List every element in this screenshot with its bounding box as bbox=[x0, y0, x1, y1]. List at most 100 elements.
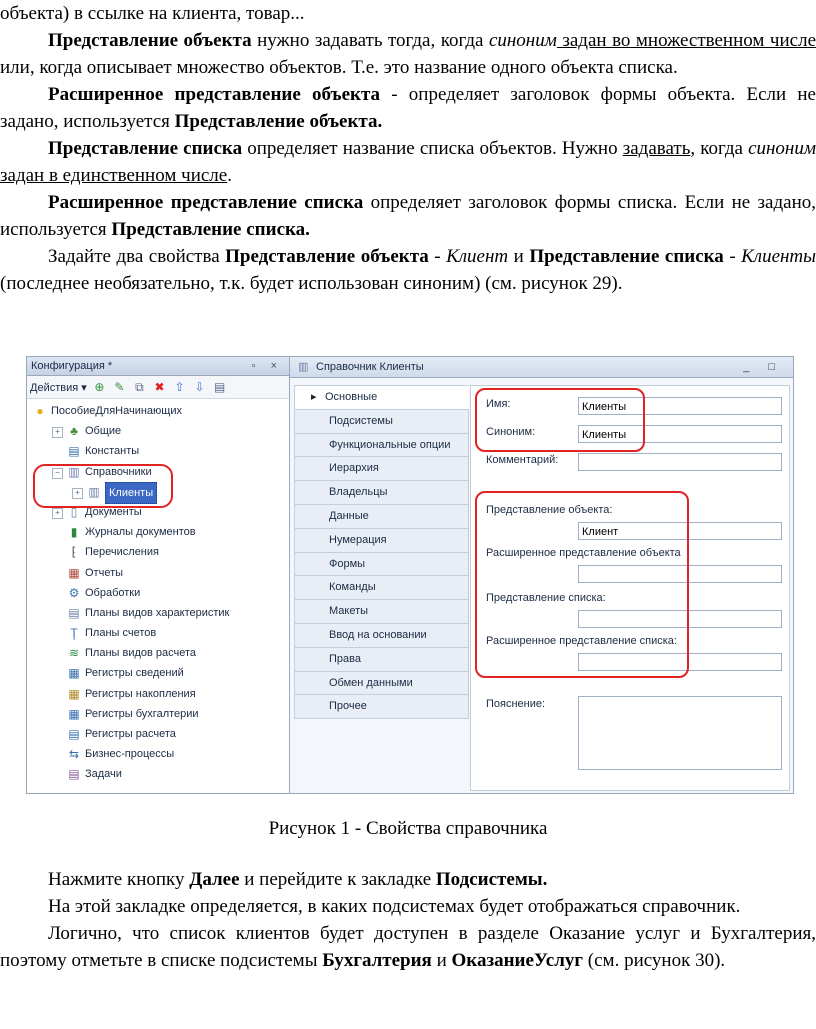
paragraph-list-representation: Представление списка определяет название… bbox=[0, 138, 816, 186]
editor-tabs: ОсновныеПодсистемыФункциональные опцииИе… bbox=[294, 385, 469, 720]
paragraph-object-representation: Представление объекта нужно задавать тог… bbox=[0, 30, 816, 78]
tree-item-label: ПособиеДляНачинающих bbox=[51, 405, 182, 417]
figure-caption: Рисунок 1 - Свойства справочника bbox=[268, 818, 548, 839]
tab-1[interactable]: Подсистемы bbox=[294, 408, 469, 433]
tab-11[interactable]: Права bbox=[294, 646, 469, 671]
delete-icon[interactable]: ✖ bbox=[152, 376, 167, 398]
configuration-panel: Конфигурация * ▫ × Действия ▾ ⊕ ✎ ⧉ ✖ ⇧ … bbox=[27, 357, 290, 793]
tree-item-label: Обработки bbox=[85, 586, 141, 599]
constants-icon: ▤ bbox=[68, 444, 80, 459]
tree-item[interactable]: ▤ Регистры расчета bbox=[27, 724, 289, 744]
tree-item-label: Планы счетов bbox=[85, 627, 157, 640]
tree-item[interactable]: ▦ Регистры бухгалтерии bbox=[27, 704, 289, 724]
tree-item[interactable]: ● ПособиеДляНачинающих bbox=[27, 401, 289, 421]
text-top: объекта) в ссылке на клиента, товар... П… bbox=[0, 0, 816, 297]
tree-item[interactable]: ≋ Планы видов расчета bbox=[27, 643, 289, 663]
tasks-icon: ▤ bbox=[68, 767, 80, 782]
tree-item-label: Константы bbox=[85, 445, 140, 458]
paragraph-next: Нажмите кнопку Далее и перейдите к закла… bbox=[48, 869, 548, 890]
tree-item-label: Журналы документов bbox=[85, 526, 196, 539]
tree-item[interactable]: ⁅ Перечисления bbox=[27, 542, 289, 562]
catalog-icon: ▥ bbox=[298, 361, 309, 373]
window-controls[interactable]: _ □ bbox=[743, 357, 783, 377]
move-up-icon[interactable]: ⇧ bbox=[172, 376, 187, 398]
chart-char-icon: ▤ bbox=[68, 605, 80, 620]
expand-toggle-icon[interactable]: + bbox=[52, 507, 63, 519]
move-down-icon[interactable]: ⇩ bbox=[192, 376, 207, 398]
tree-item[interactable]: ▦ Регистры сведений bbox=[27, 663, 289, 683]
tree-item[interactable]: ▦ Отчеты bbox=[27, 563, 289, 583]
processing-icon: ⚙ bbox=[68, 585, 80, 600]
tree-item-label: Бизнес-процессы bbox=[85, 748, 175, 761]
highlight-representations bbox=[475, 491, 689, 678]
comment-field[interactable] bbox=[578, 453, 782, 471]
tab-8[interactable]: Команды bbox=[294, 575, 469, 600]
tab-13[interactable]: Прочее bbox=[294, 694, 469, 719]
tree-item[interactable]: ▦ Регистры накопления bbox=[27, 684, 289, 704]
accum-registers-icon: ▦ bbox=[68, 686, 80, 701]
tab-7[interactable]: Формы bbox=[294, 551, 469, 576]
add-icon[interactable]: ⊕ bbox=[92, 376, 107, 398]
editor-title: Справочник Клиенты bbox=[316, 361, 424, 373]
comment-label: Комментарий: bbox=[486, 454, 559, 466]
tree-item[interactable]: ▤ Планы видов характеристик bbox=[27, 603, 289, 623]
config-icon: ● bbox=[36, 404, 44, 418]
tab-0[interactable]: Основные bbox=[294, 385, 469, 409]
panel-controls[interactable]: ▫ × bbox=[252, 357, 283, 375]
tree-item-label: Регистры сведений bbox=[85, 667, 184, 680]
tree-item[interactable]: ▤ Задачи bbox=[27, 764, 289, 784]
paragraph-extended-list-representation: Расширенное представление списка определ… bbox=[0, 192, 816, 240]
tree-item-label: Планы видов характеристик bbox=[85, 606, 230, 619]
enums-icon: ⁅ bbox=[71, 545, 77, 560]
common-icon: ♣ bbox=[70, 424, 78, 439]
actions-menu[interactable]: Действия ▾ bbox=[30, 382, 87, 394]
explanation-label: Пояснение: bbox=[486, 698, 546, 710]
tree-item-label: Регистры бухгалтерии bbox=[85, 707, 199, 720]
chart-calc-icon: ≋ bbox=[68, 646, 80, 661]
tree-item[interactable]: ⇆ Бизнес-процессы bbox=[27, 744, 289, 764]
account-registers-icon: ▦ bbox=[68, 706, 80, 721]
configuration-tree: ● ПособиеДляНачинающих + ♣ Общие ▤ Константы − ▥… bbox=[27, 401, 289, 785]
configuration-toolbar: Действия ▾ ⊕ ✎ ⧉ ✖ ⇧ ⇩ ▤ bbox=[27, 376, 289, 399]
catalog-editor: ▥ Справочник Клиенты _ □ ОсновныеПодсист… bbox=[290, 357, 793, 793]
properties-form: Имя: Клиенты Синоним: Клиенты Комментари… bbox=[470, 385, 790, 791]
tab-9[interactable]: Макеты bbox=[294, 599, 469, 623]
tab-12[interactable]: Обмен данными bbox=[294, 670, 469, 695]
expand-toggle-icon[interactable]: + bbox=[52, 427, 63, 439]
tree-item-label: Регистры накопления bbox=[85, 687, 196, 700]
tree-item-label: Общие bbox=[85, 425, 122, 438]
edit-icon[interactable]: ✎ bbox=[112, 376, 127, 398]
tree-item-label: Задачи bbox=[85, 768, 122, 781]
journals-icon: ▮ bbox=[70, 525, 78, 540]
tab-4[interactable]: Владельцы bbox=[294, 480, 469, 504]
tree-item[interactable]: ⚙ Обработки bbox=[27, 583, 289, 603]
chart-accounts-icon: Ţ bbox=[70, 626, 78, 641]
copy-icon[interactable]: ⧉ bbox=[132, 376, 147, 398]
configuration-title: Конфигурация * bbox=[31, 360, 113, 372]
tab-2[interactable]: Функциональные опции bbox=[294, 432, 469, 457]
tree-item[interactable]: + ♣ Общие bbox=[27, 421, 289, 441]
tree-item-label: Планы видов расчета bbox=[85, 647, 197, 660]
tab-10[interactable]: Ввод на основании bbox=[294, 622, 469, 647]
catalog-editor-title: ▥ Справочник Клиенты _ □ bbox=[290, 357, 793, 378]
highlight-name-synonym bbox=[475, 388, 645, 452]
highlight-catalogs bbox=[33, 464, 173, 508]
text-bottom: Нажмите кнопку Далее и перейдите к закла… bbox=[0, 866, 816, 974]
tree-item[interactable]: ▮ Журналы документов bbox=[27, 522, 289, 542]
figure-screenshot: Конфигурация * ▫ × Действия ▾ ⊕ ✎ ⧉ ✖ ⇧ … bbox=[26, 356, 794, 794]
tree-item-label: Отчеты bbox=[85, 566, 124, 579]
reports-icon: ▦ bbox=[68, 565, 80, 580]
tab-6[interactable]: Нумерация bbox=[294, 527, 469, 552]
paragraph-set-properties: Задайте два свойства Представление объек… bbox=[0, 246, 816, 294]
paragraph-subsystems-tab: На этой закладке определяется, в каких п… bbox=[48, 896, 741, 917]
tab-3[interactable]: Иерархия bbox=[294, 456, 469, 481]
tab-5[interactable]: Данные bbox=[294, 503, 469, 528]
explanation-field[interactable] bbox=[578, 696, 782, 770]
tabs-bottom-border bbox=[294, 718, 469, 720]
list-icon[interactable]: ▤ bbox=[212, 376, 227, 398]
tree-item-label: Перечисления bbox=[85, 546, 159, 559]
business-process-icon: ⇆ bbox=[68, 747, 80, 762]
tree-item[interactable]: Ţ Планы счетов bbox=[27, 623, 289, 643]
tree-item[interactable]: ▤ Константы bbox=[27, 441, 289, 461]
paragraph-extended-object-representation: Расширенное представление объекта - опре… bbox=[0, 84, 816, 132]
